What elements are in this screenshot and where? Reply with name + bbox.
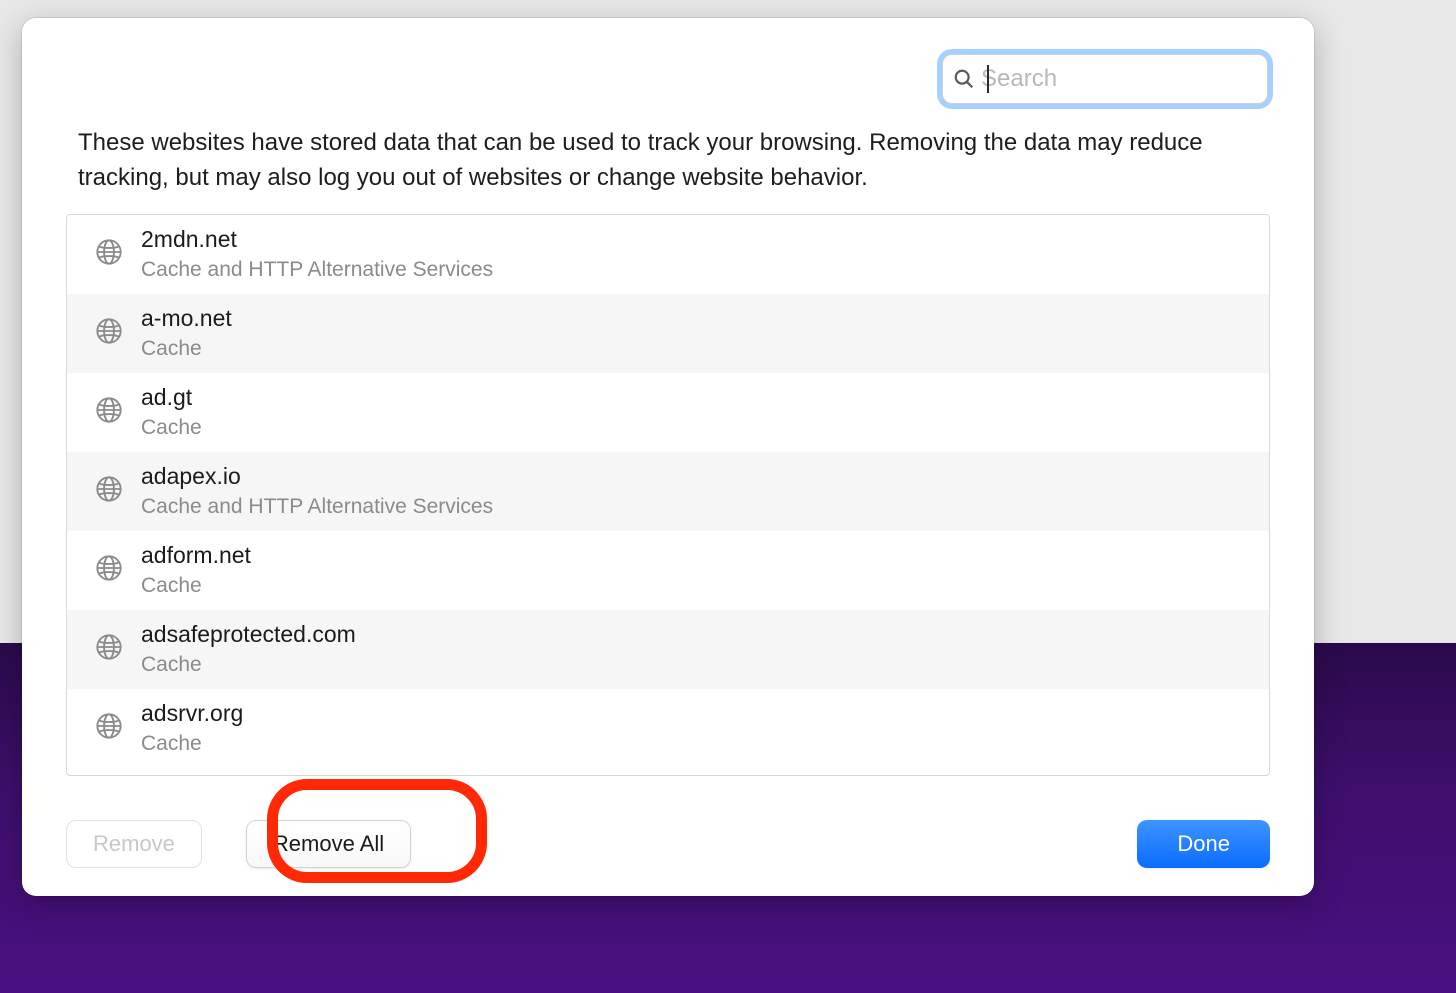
website-detail: Cache <box>141 573 251 599</box>
globe-icon <box>95 238 141 271</box>
remove-all-button[interactable]: Remove All <box>246 820 411 868</box>
website-domain: 2mdn.net <box>141 225 493 254</box>
done-button[interactable]: Done <box>1137 820 1270 868</box>
website-domain: adapex.io <box>141 462 493 491</box>
text-caret <box>987 65 989 93</box>
website-data-sheet: These websites have stored data that can… <box>22 18 1314 896</box>
website-row[interactable]: adsrvr.org Cache <box>67 689 1269 768</box>
website-row-text: a-mo.net Cache <box>141 304 232 363</box>
globe-icon <box>95 396 141 429</box>
website-row-text: adsrvr.org Cache <box>141 699 243 758</box>
globe-icon <box>95 554 141 587</box>
website-row[interactable]: adform.net Cache <box>67 531 1269 610</box>
description-text: These websites have stored data that can… <box>22 104 1314 208</box>
website-row-text: ad.gt Cache <box>141 383 202 442</box>
website-detail: Cache <box>141 731 243 757</box>
website-detail: Cache <box>141 336 232 362</box>
sheet-header <box>22 18 1314 104</box>
sheet-footer: Remove Remove All Done <box>22 800 1314 896</box>
website-row[interactable]: adapex.io Cache and HTTP Alternative Ser… <box>67 452 1269 531</box>
website-row-text: 2mdn.net Cache and HTTP Alternative Serv… <box>141 225 493 284</box>
website-row-text: adsafeprotected.com Cache <box>141 620 356 679</box>
search-input[interactable] <box>981 65 1257 93</box>
remove-button: Remove <box>66 820 202 868</box>
globe-icon <box>95 317 141 350</box>
website-row-text: adform.net Cache <box>141 541 251 600</box>
website-domain: adform.net <box>141 541 251 570</box>
website-domain: a-mo.net <box>141 304 232 333</box>
website-row[interactable]: 2mdn.net Cache and HTTP Alternative Serv… <box>67 215 1269 294</box>
website-list[interactable]: 2mdn.net Cache and HTTP Alternative Serv… <box>66 214 1270 776</box>
website-detail: Cache <box>141 652 356 678</box>
website-row-text: adapex.io Cache and HTTP Alternative Ser… <box>141 462 493 521</box>
website-row[interactable]: ad.gt Cache <box>67 373 1269 452</box>
search-field-container[interactable] <box>942 54 1268 104</box>
globe-icon <box>95 475 141 508</box>
website-row[interactable]: adsafeprotected.com Cache <box>67 610 1269 689</box>
website-detail: Cache <box>141 415 202 441</box>
globe-icon <box>95 712 141 745</box>
website-domain: adsafeprotected.com <box>141 620 356 649</box>
website-row[interactable]: a-mo.net Cache <box>67 294 1269 373</box>
globe-icon <box>95 633 141 666</box>
website-domain: ad.gt <box>141 383 202 412</box>
website-detail: Cache and HTTP Alternative Services <box>141 494 493 520</box>
website-domain: adsrvr.org <box>141 699 243 728</box>
search-icon <box>953 68 975 90</box>
website-detail: Cache and HTTP Alternative Services <box>141 257 493 283</box>
